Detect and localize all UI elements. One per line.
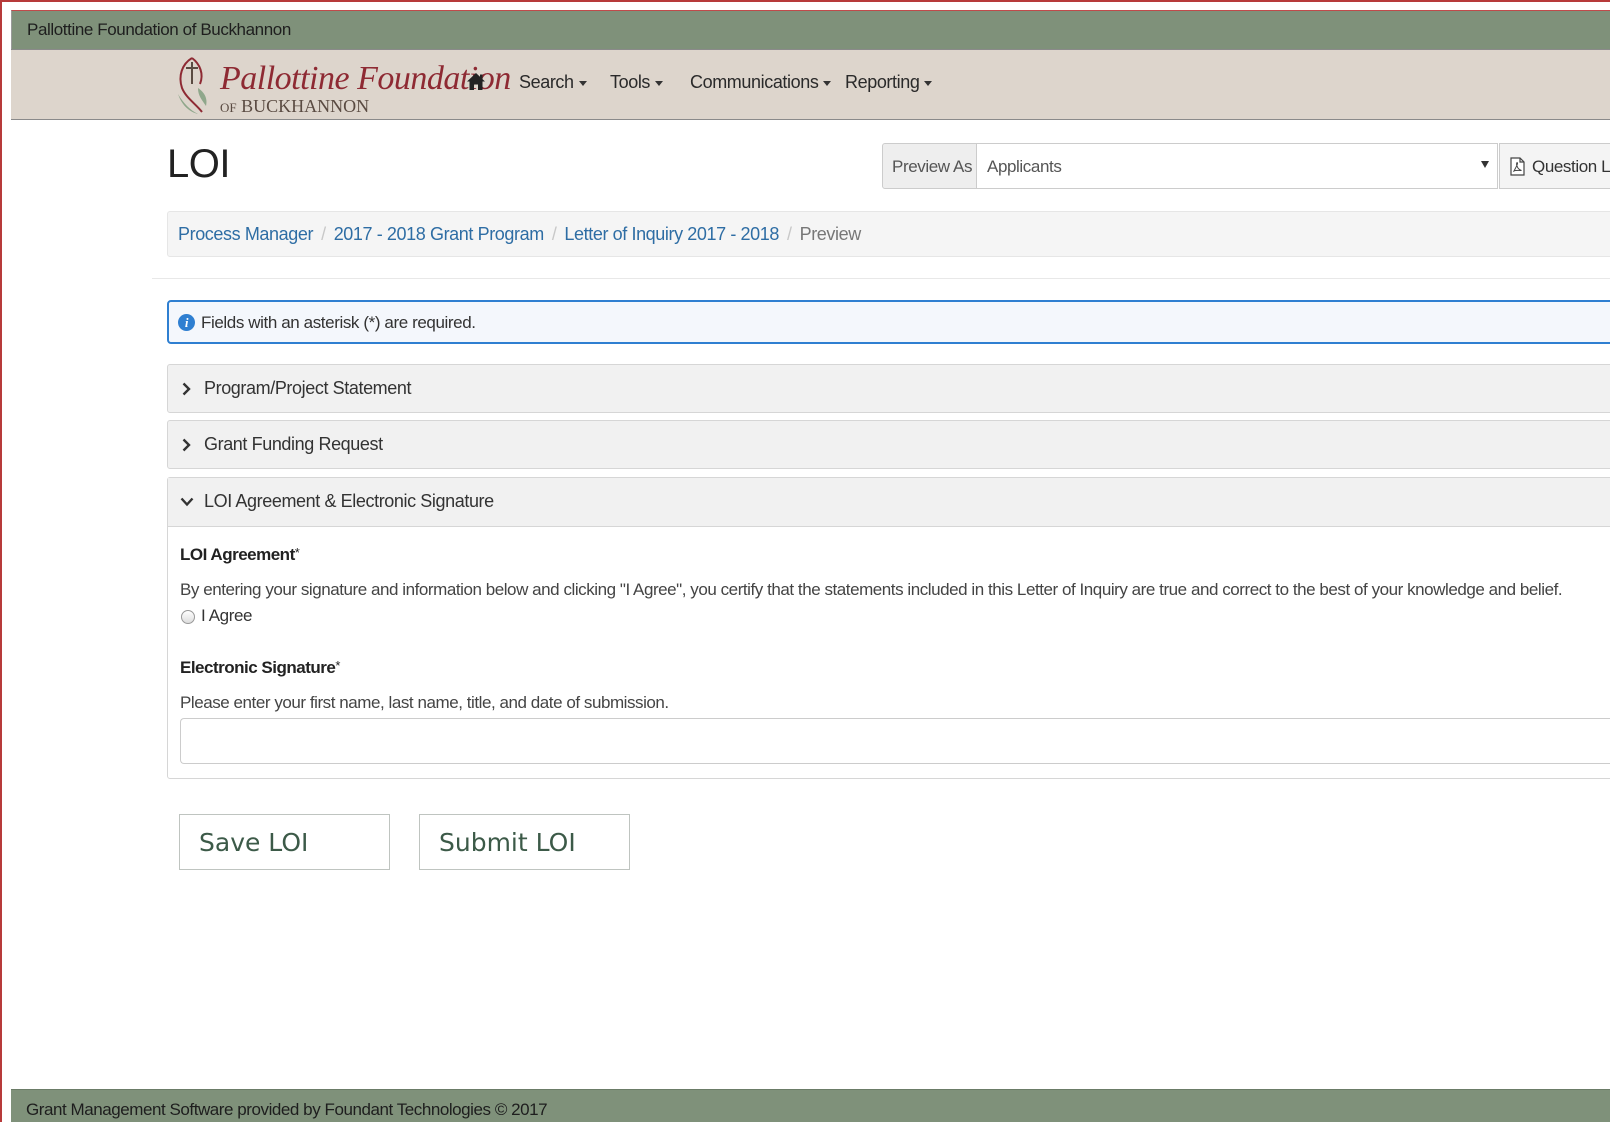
section-program-project-statement[interactable]: Program/Project Statement <box>167 364 1610 413</box>
electronic-signature-input[interactable] <box>180 718 1610 764</box>
breadcrumb-letter-of-inquiry[interactable]: Letter of Inquiry 2017 - 2018 <box>564 224 779 244</box>
signature-description: Please enter your first name, last name,… <box>180 693 669 712</box>
preview-as-selected-value: Applicants <box>987 157 1062 176</box>
nav-tools-label: Tools <box>610 72 651 92</box>
breadcrumb-grant-program[interactable]: 2017 - 2018 Grant Program <box>334 224 545 244</box>
submit-loi-button[interactable]: Submit LOI <box>419 814 630 870</box>
page-footer: Grant Management Software provided by Fo… <box>11 1089 1610 1122</box>
main-navbar: Pallottine Foundation OF BUCKHANNON Sear… <box>11 49 1610 120</box>
preview-as-select[interactable]: Applicants <box>976 143 1498 189</box>
logo-subtitle: OF BUCKHANNON <box>220 96 369 117</box>
footer-text: Grant Management Software provided by Fo… <box>26 1100 548 1119</box>
lily-emblem-icon <box>178 57 207 114</box>
required-fields-alert: i Fields with an asterisk (*) are requir… <box>167 300 1610 344</box>
nav-reporting[interactable]: Reporting <box>845 72 933 93</box>
nav-search-label: Search <box>519 72 574 92</box>
agreement-label: LOI Agreement* <box>180 545 300 565</box>
question-list-label: Question Lis <box>1532 157 1610 176</box>
section-loi-agreement-signature: LOI Agreement & Electronic Signature LOI… <box>167 477 1610 779</box>
pdf-file-icon <box>1510 157 1525 176</box>
org-name: Pallottine Foundation of Buckhannon <box>27 20 291 39</box>
nav-tools[interactable]: Tools <box>610 72 664 93</box>
breadcrumb-separator: / <box>321 224 326 244</box>
section-title: Program/Project Statement <box>204 378 412 398</box>
browser-frame: Pallottine Foundation of Buckhannon Pall… <box>0 0 1610 1122</box>
alert-text: Fields with an asterisk (*) are required… <box>201 313 476 332</box>
agreement-label-text: LOI Agreement <box>180 545 295 564</box>
logo-subtitle-name: BUCKHANNON <box>241 96 370 116</box>
save-loi-button[interactable]: Save LOI <box>179 814 390 870</box>
question-list-button[interactable]: Question Lis <box>1499 143 1610 189</box>
agreement-description: By entering your signature and informati… <box>180 580 1563 599</box>
required-mark: * <box>294 545 300 560</box>
i-agree-radio[interactable] <box>181 610 195 624</box>
preview-as-label: Preview As <box>882 143 977 189</box>
org-header-bar: Pallottine Foundation of Buckhannon <box>11 10 1610 49</box>
breadcrumb-current: Preview <box>799 224 862 244</box>
foundation-logo[interactable]: Pallottine Foundation OF BUCKHANNON <box>168 54 511 118</box>
section-title: LOI Agreement & Electronic Signature <box>204 491 494 511</box>
caret-down-icon <box>823 80 832 86</box>
logo-subtitle-prefix: OF <box>220 100 237 115</box>
caret-down-icon <box>924 80 933 86</box>
caret-down-icon <box>578 80 587 86</box>
caret-down-icon <box>655 80 664 86</box>
signature-label-text: Electronic Signature <box>180 658 336 677</box>
breadcrumb-separator: / <box>551 224 557 244</box>
section-title: Grant Funding Request <box>204 434 383 454</box>
chevron-right-icon <box>182 382 191 396</box>
required-mark: * <box>335 658 340 673</box>
home-icon[interactable] <box>466 72 486 92</box>
i-agree-label[interactable]: I Agree <box>201 606 252 626</box>
section-header[interactable]: LOI Agreement & Electronic Signature <box>168 478 1610 527</box>
breadcrumb-process-manager[interactable]: Process Manager <box>178 224 313 244</box>
page-title: LOI <box>167 142 230 186</box>
breadcrumb: Process Manager / 2017 - 2018 Grant Progra… <box>167 211 1610 257</box>
chevron-right-icon <box>182 438 191 452</box>
chevron-down-icon <box>180 497 194 507</box>
signature-label: Electronic Signature* <box>180 658 340 678</box>
breadcrumb-separator: / <box>786 224 792 244</box>
nav-search[interactable]: Search <box>519 72 587 93</box>
divider <box>152 278 1610 279</box>
info-icon: i <box>178 314 195 331</box>
nav-communications[interactable]: Communications <box>690 72 832 93</box>
nav-reporting-label: Reporting <box>845 72 920 92</box>
nav-communications-label: Communications <box>690 72 819 92</box>
dropdown-arrow-icon <box>1481 161 1489 168</box>
section-grant-funding-request[interactable]: Grant Funding Request <box>167 420 1610 469</box>
